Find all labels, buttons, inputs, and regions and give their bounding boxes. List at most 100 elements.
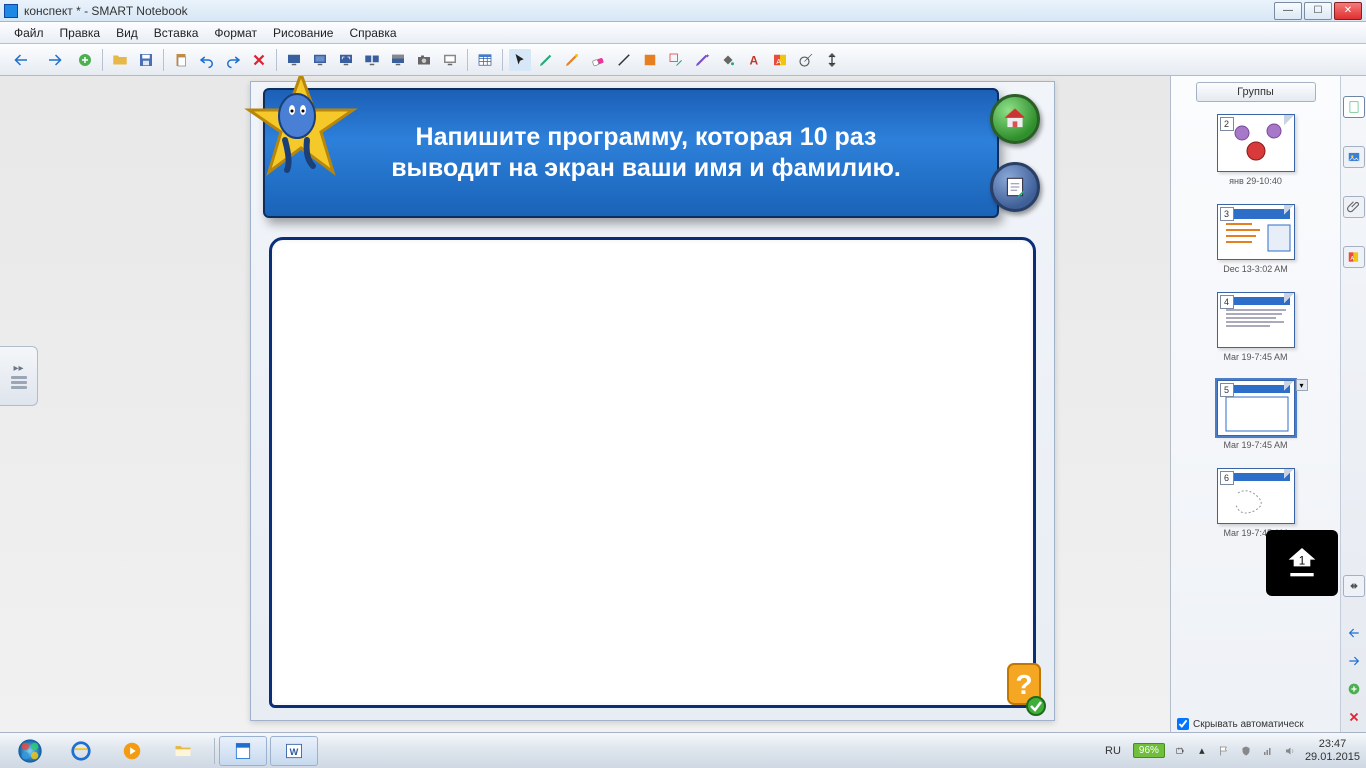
- shapes-tool[interactable]: [639, 49, 661, 71]
- tray-clock[interactable]: 23:47 29.01.2015: [1305, 738, 1360, 762]
- menu-file[interactable]: Файл: [6, 24, 52, 42]
- svg-text:?: ?: [1015, 669, 1032, 700]
- tray-power-icon[interactable]: [1173, 744, 1187, 758]
- task-ie[interactable]: [57, 736, 105, 766]
- answer-area[interactable]: [269, 237, 1036, 708]
- nav-prev-button[interactable]: [1343, 622, 1365, 644]
- autohide-input[interactable]: [1177, 718, 1189, 730]
- nav-back-button[interactable]: [6, 49, 36, 71]
- tab-properties[interactable]: A: [1343, 246, 1365, 268]
- fullscreen-button[interactable]: [335, 49, 357, 71]
- svg-text:✦: ✦: [705, 52, 710, 59]
- menu-insert[interactable]: Вставка: [146, 24, 207, 42]
- pen-tool[interactable]: [535, 49, 557, 71]
- task-word[interactable]: W: [270, 736, 318, 766]
- left-panel-handle[interactable]: ▸▸: [0, 346, 38, 406]
- right-panel: Группы 2 янв 29-10:40 3 Dec 13-3:02 AM 4…: [1170, 76, 1366, 732]
- thumbnail-3[interactable]: 3: [1217, 204, 1295, 260]
- delete-button[interactable]: [248, 49, 270, 71]
- add-page-button[interactable]: [74, 49, 96, 71]
- screen2-button[interactable]: [309, 49, 331, 71]
- tray-language[interactable]: RU: [1101, 743, 1125, 759]
- doccam-button[interactable]: [439, 49, 461, 71]
- measure-tool[interactable]: [795, 49, 817, 71]
- add-page-side-button[interactable]: [1343, 678, 1365, 700]
- task-explorer[interactable]: [159, 736, 207, 766]
- camera-button[interactable]: [413, 49, 435, 71]
- properties-tool[interactable]: A: [769, 49, 791, 71]
- redo-button[interactable]: [222, 49, 244, 71]
- table-button[interactable]: [474, 49, 496, 71]
- nav-forward-button[interactable]: [40, 49, 70, 71]
- close-button[interactable]: ✕: [1334, 2, 1362, 20]
- nav-next-button[interactable]: [1343, 650, 1365, 672]
- tray-shield-icon[interactable]: [1239, 744, 1253, 758]
- home-button[interactable]: [990, 94, 1040, 144]
- task-mediaplayer[interactable]: [108, 736, 156, 766]
- upload-overlay-button[interactable]: 1: [1266, 530, 1338, 596]
- move-toolbar-button[interactable]: [821, 49, 843, 71]
- save-button[interactable]: [135, 49, 157, 71]
- maximize-button[interactable]: ☐: [1304, 2, 1332, 20]
- autohide-checkbox[interactable]: Скрывать автоматическ: [1177, 718, 1338, 730]
- thumbnail-3-caption: Dec 13-3:02 AM: [1223, 264, 1288, 274]
- thumbnail-2-caption: янв 29-10:40: [1229, 176, 1282, 186]
- task-banner: Напишите программу, которая 10 раз вывод…: [263, 88, 999, 218]
- menu-draw[interactable]: Рисование: [265, 24, 341, 42]
- tray-volume-icon[interactable]: [1283, 744, 1297, 758]
- magic-pen-tool[interactable]: ✦: [691, 49, 713, 71]
- tray-chevron[interactable]: ▴: [1195, 744, 1209, 758]
- svg-text:W: W: [290, 747, 299, 757]
- dualscreen-button[interactable]: [361, 49, 383, 71]
- slide-page[interactable]: Напишите программу, которая 10 раз вывод…: [250, 81, 1055, 721]
- groups-button[interactable]: Группы: [1196, 82, 1316, 102]
- tab-attachments[interactable]: [1343, 196, 1365, 218]
- minimize-button[interactable]: —: [1274, 2, 1302, 20]
- screen1-button[interactable]: [283, 49, 305, 71]
- eraser-tool[interactable]: [587, 49, 609, 71]
- task-banner-text: Напишите программу, которая 10 раз вывод…: [365, 122, 927, 185]
- paste-button[interactable]: [170, 49, 192, 71]
- svg-text:A: A: [776, 56, 781, 65]
- tab-collapse[interactable]: [1343, 575, 1365, 597]
- canvas-area[interactable]: ▸▸ Напишите программу, которая 10 раз вы…: [0, 76, 1170, 732]
- tray-flag-icon[interactable]: [1217, 744, 1231, 758]
- taskbar: W RU 96% ▴ 23:47 29.01.2015: [0, 732, 1366, 768]
- menu-help[interactable]: Справка: [341, 24, 404, 42]
- star-icon: [241, 76, 361, 180]
- task-smartnotebook[interactable]: [219, 736, 267, 766]
- help-check-icon[interactable]: ?: [1004, 662, 1046, 716]
- titlebar: конспект * - SMART Notebook — ☐ ✕: [0, 0, 1366, 22]
- start-button[interactable]: [6, 736, 54, 766]
- menu-format[interactable]: Формат: [206, 24, 265, 42]
- svg-text:A: A: [750, 53, 759, 67]
- undo-button[interactable]: [196, 49, 218, 71]
- creative-pen-tool[interactable]: [561, 49, 583, 71]
- thumbnail-5[interactable]: 5 ▾: [1217, 380, 1295, 436]
- text-tool[interactable]: A: [743, 49, 765, 71]
- shape-pen-tool[interactable]: [665, 49, 687, 71]
- thumbnail-4[interactable]: 4: [1217, 292, 1295, 348]
- svg-text:A: A: [1350, 256, 1354, 262]
- window-title: конспект * - SMART Notebook: [24, 4, 188, 18]
- select-tool[interactable]: [509, 49, 531, 71]
- dogear-icon: [1284, 205, 1294, 215]
- dogear-icon: [1284, 469, 1294, 479]
- tab-page-sorter[interactable]: [1343, 96, 1365, 118]
- tray-network-icon[interactable]: [1261, 744, 1275, 758]
- open-button[interactable]: [109, 49, 131, 71]
- tray-battery[interactable]: 96%: [1133, 743, 1165, 758]
- line-tool[interactable]: [613, 49, 635, 71]
- close-panel-button[interactable]: [1343, 706, 1365, 728]
- tab-gallery[interactable]: [1343, 146, 1365, 168]
- menu-view[interactable]: Вид: [108, 24, 146, 42]
- fill-tool[interactable]: [717, 49, 739, 71]
- notes-button[interactable]: [990, 162, 1040, 212]
- thumbnail-6[interactable]: 6: [1217, 468, 1295, 524]
- screenshade-button[interactable]: [387, 49, 409, 71]
- dogear-icon: [1284, 115, 1294, 125]
- thumbnail-menu-button[interactable]: ▾: [1296, 379, 1308, 391]
- menu-edit[interactable]: Правка: [52, 24, 109, 42]
- thumbnail-2[interactable]: 2: [1217, 114, 1295, 172]
- thumbnail-4-caption: Mar 19-7:45 AM: [1223, 352, 1287, 362]
